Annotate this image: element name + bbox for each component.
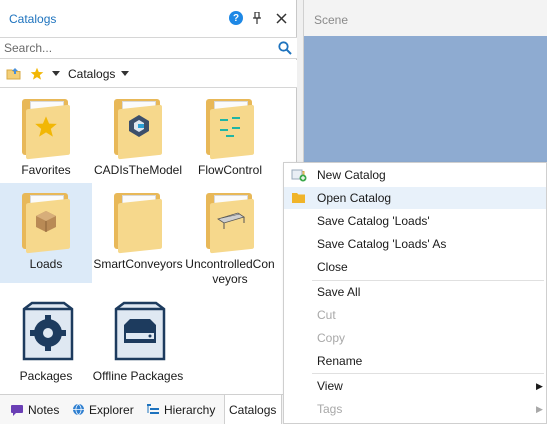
menu-item-label: View xyxy=(317,379,343,393)
menu-item-cut: Cut xyxy=(284,304,546,326)
cad-folder-icon xyxy=(110,93,166,160)
search-bar xyxy=(0,37,297,59)
submenu-arrow-icon: ▶ xyxy=(536,403,543,414)
tab-hierarchy[interactable]: Hierarchy xyxy=(142,395,219,424)
tab-label: Explorer xyxy=(89,402,134,417)
panel-title: Catalogs xyxy=(9,12,57,26)
tile-label-line2: veyors xyxy=(212,272,248,286)
panel-header: Catalogs ? xyxy=(0,0,297,36)
catalog-tile-uncontrolledconveyors[interactable]: UncontrolledCon veyors xyxy=(184,183,276,295)
menu-item-save-catalog[interactable]: Save Catalog 'Loads' xyxy=(284,210,546,232)
tab-label: Catalogs xyxy=(229,402,277,417)
search-icon[interactable] xyxy=(278,41,292,58)
catalog-tile-loads[interactable]: Loads xyxy=(0,183,92,283)
menu-item-save-catalog-as[interactable]: Save Catalog 'Loads' As xyxy=(284,233,546,255)
menu-separator xyxy=(312,373,544,374)
tab-notes[interactable]: Notes xyxy=(6,395,63,424)
tile-label: UncontrolledCon xyxy=(185,257,275,271)
catalogs-dropdown-label: Catalogs xyxy=(68,67,116,81)
catalog-tile-flowcontrol[interactable]: FlowControl xyxy=(184,89,276,189)
tab-catalogs[interactable]: Catalogs xyxy=(224,395,282,424)
catalog-tile-favorites[interactable]: Favorites xyxy=(0,89,92,189)
chevron-down-icon[interactable] xyxy=(52,66,60,82)
menu-item-label: Save Catalog 'Loads' As xyxy=(317,237,447,251)
packages-icon xyxy=(18,299,74,363)
menu-item-rename[interactable]: Rename xyxy=(284,350,546,372)
new-catalog-icon xyxy=(291,168,307,182)
tile-label: SmartConveyors xyxy=(93,257,183,271)
menu-item-tags: Tags ▶ xyxy=(284,398,546,420)
menu-item-label: Tags xyxy=(317,402,343,416)
tile-label: Offline Packages xyxy=(92,369,184,383)
tile-label: Loads xyxy=(29,257,63,271)
context-menu: New Catalog Open Catalog Save Catalog 'L… xyxy=(283,162,547,424)
tab-explorer[interactable]: Explorer xyxy=(68,395,138,424)
box-folder-icon xyxy=(18,187,74,254)
catalog-grid: Favorites CADIsTheModel FlowControl Load… xyxy=(0,89,297,389)
menu-item-save-all[interactable]: Save All xyxy=(284,281,546,303)
catalog-tile-smartconveyors[interactable]: SmartConveyors xyxy=(92,183,184,283)
submenu-arrow-icon: ▶ xyxy=(536,380,543,391)
catalogs-dropdown[interactable]: Catalogs xyxy=(68,66,130,82)
catalog-tile-offline-packages[interactable]: Offline Packages xyxy=(92,295,184,395)
menu-item-label: Save Catalog 'Loads' xyxy=(317,214,430,228)
flow-folder-icon xyxy=(202,93,258,160)
catalogs-panel: Catalogs ? Catalogs xyxy=(0,0,297,424)
close-icon[interactable] xyxy=(274,11,288,25)
star-folder-icon xyxy=(18,93,74,160)
globe-icon xyxy=(73,403,84,416)
menu-item-label: Open Catalog xyxy=(317,191,392,205)
menu-item-label: Cut xyxy=(317,308,336,322)
offline-packages-icon xyxy=(110,299,166,363)
scene-title: Scene xyxy=(314,13,349,27)
help-icon[interactable]: ? xyxy=(229,11,243,25)
favorites-star-icon[interactable] xyxy=(30,66,44,82)
menu-item-view[interactable]: View ▶ xyxy=(284,375,546,397)
tile-label: CADIsTheModel xyxy=(93,163,183,177)
tile-label: FlowControl xyxy=(197,163,263,177)
menu-item-label: New Catalog xyxy=(317,168,386,182)
chevron-down-icon xyxy=(121,71,130,76)
tab-label: Notes xyxy=(28,402,60,417)
notes-icon xyxy=(11,404,23,416)
menu-item-label: Save All xyxy=(317,285,361,299)
open-folder-icon[interactable] xyxy=(6,66,22,82)
catalog-tile-packages[interactable]: Packages xyxy=(0,295,92,395)
catalog-tile-cadisthemodel[interactable]: CADIsTheModel xyxy=(92,89,184,189)
pin-icon[interactable] xyxy=(250,11,264,25)
menu-item-label: Close xyxy=(317,260,348,274)
bottom-tab-bar: Notes Explorer Hierarchy Catalogs xyxy=(0,394,297,424)
tile-label: Packages xyxy=(19,369,73,383)
folder-icon xyxy=(291,191,307,205)
menu-item-copy: Copy xyxy=(284,327,546,349)
conveyor-folder-icon xyxy=(202,187,258,254)
search-input[interactable] xyxy=(4,40,272,56)
menu-item-new-catalog[interactable]: New Catalog xyxy=(284,164,546,186)
menu-item-label: Copy xyxy=(317,331,346,345)
folder-icon xyxy=(110,187,166,254)
tab-label: Hierarchy xyxy=(164,402,216,417)
tile-label: Favorites xyxy=(21,163,71,177)
catalog-toolbar: Catalogs xyxy=(0,60,297,88)
menu-item-open-catalog[interactable]: Open Catalog xyxy=(284,187,546,209)
menu-item-label: Rename xyxy=(317,354,363,368)
menu-item-close[interactable]: Close xyxy=(284,256,546,278)
hierarchy-icon xyxy=(147,404,159,414)
